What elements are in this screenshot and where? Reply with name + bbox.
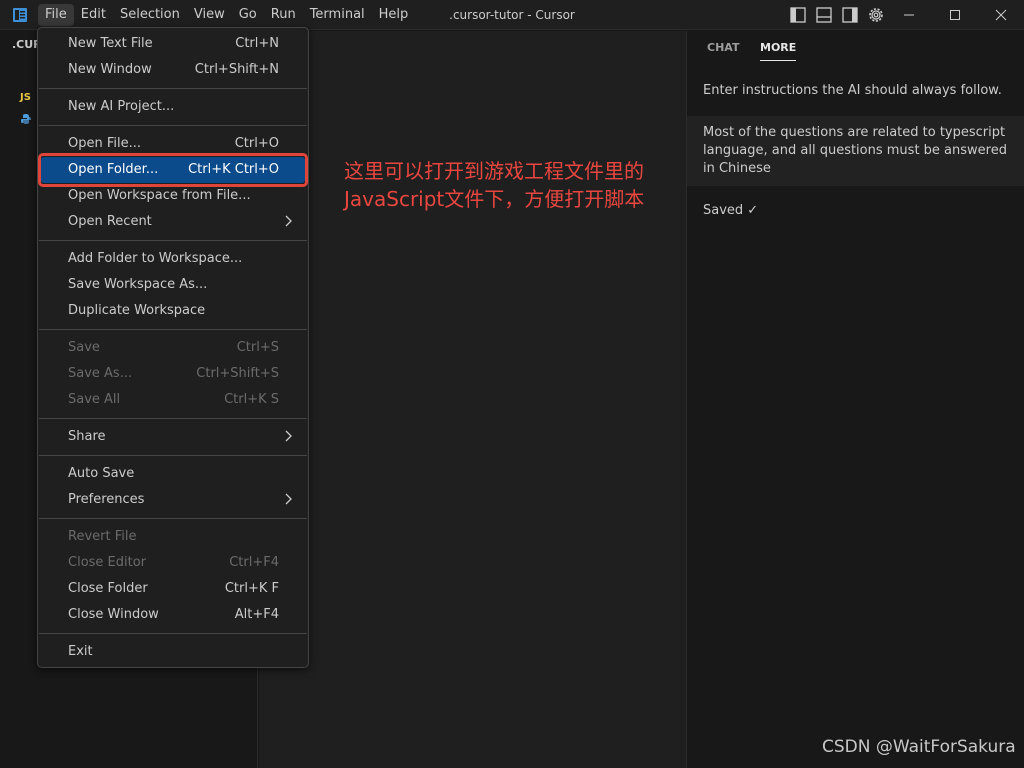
menu-separator [39,88,307,89]
rules-description: Enter instructions the AI should always … [703,83,1002,98]
menu-item-preferences[interactable]: Preferences [39,487,307,513]
toggle-panel-icon[interactable] [814,5,834,25]
menu-item-new-text-file[interactable]: New Text File Ctrl+N [39,31,307,57]
menu-item-shortcut: Alt+F4 [234,607,279,622]
menu-help[interactable]: Help [372,0,416,30]
chevron-right-icon [285,430,292,442]
menu-item-shortcut: Ctrl+Shift+S [196,366,279,381]
menu-item-add-folder-to-workspace[interactable]: Add Folder to Workspace... [39,246,307,272]
menu-item-duplicate-workspace[interactable]: Duplicate Workspace [39,298,307,324]
menu-view[interactable]: View [187,0,232,30]
menu-separator [39,418,307,419]
menu-item-open-recent[interactable]: Open Recent [39,209,307,235]
menu-separator [39,329,307,330]
menu-separator [39,240,307,241]
menu-item-shortcut: Ctrl+F4 [229,555,279,570]
menu-item-label: New Window [68,62,152,77]
annotation-text: 这里可以打开到游戏工程文件里的 JavaScript文件下，方便打开脚本 [344,157,644,213]
menu-item-revert-file[interactable]: Revert File [39,524,307,550]
menu-separator [39,125,307,126]
menu-item-label: Add Folder to Workspace... [68,251,243,266]
menu-item-shortcut: Ctrl+K S [224,392,279,407]
menu-item-exit[interactable]: Exit [39,639,307,665]
menu-item-label: Exit [68,644,93,659]
menu-item-share[interactable]: Share [39,424,307,450]
chevron-right-icon [285,493,292,505]
menu-item-label: Close Folder [68,581,148,596]
menu-item-save-all[interactable]: Save All Ctrl+K S [39,387,307,413]
menu-go[interactable]: Go [232,0,264,30]
menu-item-new-window[interactable]: New Window Ctrl+Shift+N [39,57,307,83]
menu-item-save-as[interactable]: Save As... Ctrl+Shift+S [39,361,307,387]
menu-item-close-window[interactable]: Close Window Alt+F4 [39,602,307,628]
title-bar: File Edit Selection View Go Run Terminal… [0,0,1024,30]
menu-edit[interactable]: Edit [74,0,113,30]
close-icon [995,9,1007,21]
menu-bar: File Edit Selection View Go Run Terminal… [38,0,415,30]
ai-settings-panel: CHAT MORE Enter instructions the AI shou… [686,31,1024,768]
tab-chat[interactable]: CHAT [707,41,739,54]
menu-item-label: Preferences [68,492,145,507]
menu-item-close-editor[interactable]: Close Editor Ctrl+F4 [39,550,307,576]
menu-terminal[interactable]: Terminal [303,0,372,30]
annotation-line-1: 这里可以打开到游戏工程文件里的 [344,159,644,183]
menu-item-shortcut: Ctrl+K F [224,581,279,596]
menu-item-shortcut: Ctrl+Shift+N [194,62,279,77]
python-file-icon[interactable] [20,113,32,125]
editor-area[interactable] [259,31,686,768]
javascript-file-icon[interactable]: JS [20,92,31,103]
menu-item-close-folder[interactable]: Close Folder Ctrl+K F [39,576,307,602]
menu-item-label: Close Window [68,607,159,622]
menu-item-label: Open Workspace from File... [68,188,251,203]
toggle-secondary-sidebar-icon[interactable] [840,5,860,25]
menu-item-label: Auto Save [68,466,135,481]
menu-run[interactable]: Run [264,0,303,30]
menu-separator [39,518,307,519]
settings-gear-icon[interactable] [866,5,886,25]
toggle-primary-sidebar-icon[interactable] [788,5,808,25]
annotation-highlight-box [38,153,308,187]
minimize-button[interactable] [886,0,932,30]
saved-status: Saved ✓ [703,203,759,218]
file-menu-dropdown: New Text File Ctrl+N New Window Ctrl+Shi… [37,27,309,668]
menu-item-label: Duplicate Workspace [68,303,206,318]
annotation-line-2: JavaScript文件下，方便打开脚本 [344,187,645,211]
menu-item-shortcut: Ctrl+O [234,136,279,151]
menu-item-new-ai-project[interactable]: New AI Project... [39,94,307,120]
tab-more[interactable]: MORE [760,41,797,61]
menu-item-auto-save[interactable]: Auto Save [39,461,307,487]
menu-item-label: Save [68,340,100,355]
minimize-icon [904,14,914,16]
menu-separator [39,455,307,456]
menu-item-label: Open File... [68,136,142,151]
menu-item-label: Save All [68,392,121,407]
menu-separator [39,633,307,634]
menu-item-shortcut: Ctrl+S [236,340,279,355]
menu-item-label: Save As... [68,366,133,381]
menu-item-label: Save Workspace As... [68,277,208,292]
close-window-button[interactable] [978,0,1024,30]
app-logo-icon [13,8,27,22]
menu-item-label: Revert File [68,529,137,544]
menu-item-save-workspace-as[interactable]: Save Workspace As... [39,272,307,298]
maximize-button[interactable] [932,0,978,30]
menu-item-label: Close Editor [68,555,147,570]
maximize-icon [950,10,960,20]
menu-item-label: New Text File [68,36,153,51]
menu-item-shortcut: Ctrl+N [235,36,279,51]
ai-rules-textarea[interactable]: Most of the questions are related to typ… [687,116,1024,186]
menu-item-label: Share [68,429,106,444]
menu-item-save[interactable]: Save Ctrl+S [39,335,307,361]
chevron-right-icon [285,215,292,227]
menu-selection[interactable]: Selection [113,0,187,30]
watermark: CSDN @WaitForSakura [822,737,1016,757]
menu-item-label: New AI Project... [68,99,175,114]
menu-file[interactable]: File [38,4,74,26]
menu-item-label: Open Recent [68,214,152,229]
